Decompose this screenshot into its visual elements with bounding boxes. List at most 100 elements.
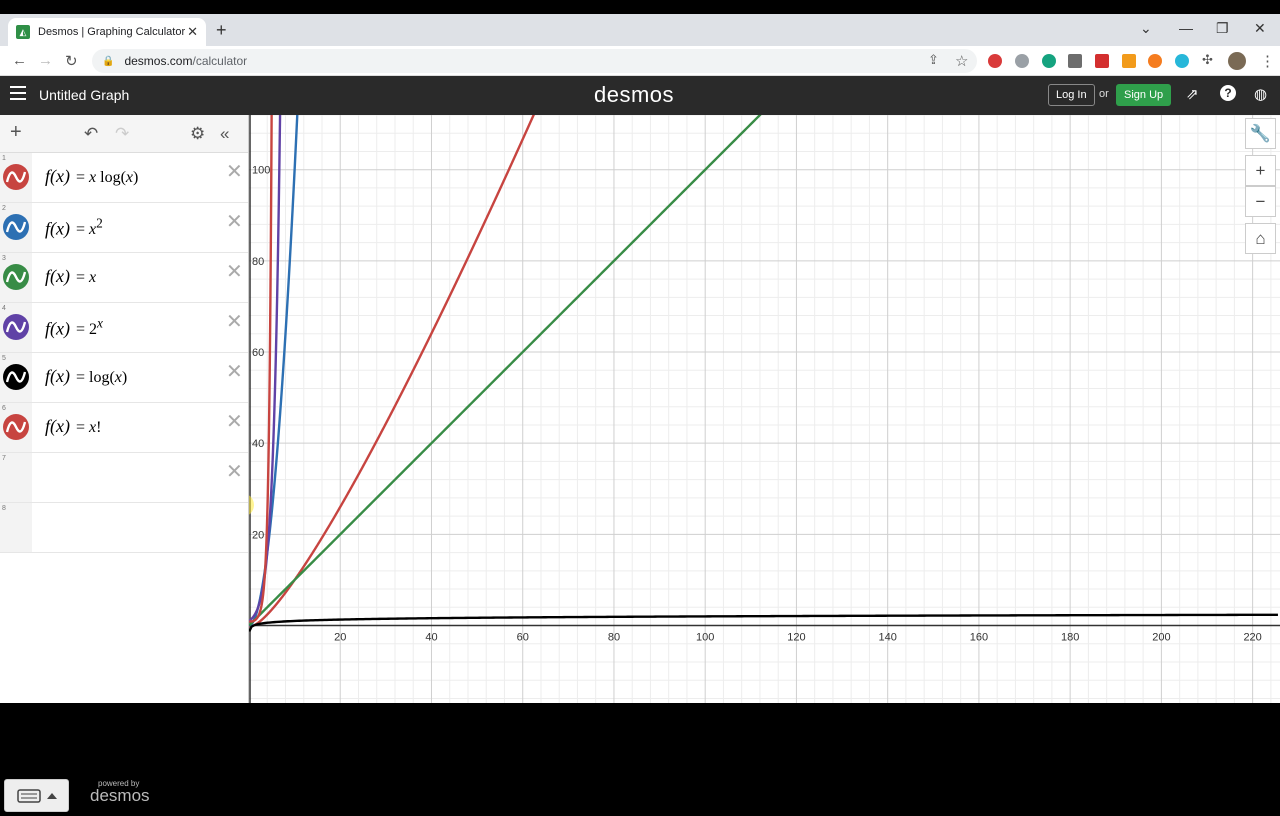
delete-expression-icon[interactable]: ✕ xyxy=(226,359,243,384)
or-text: or xyxy=(1099,88,1109,100)
curve-color-icon[interactable] xyxy=(3,364,29,390)
curve-color-icon[interactable] xyxy=(3,414,29,440)
delete-expression-icon[interactable]: ✕ xyxy=(226,159,243,184)
grammarly-extension-icon[interactable] xyxy=(1042,54,1056,68)
y-tick-label: 40 xyxy=(252,438,264,450)
powered-by-logo: desmos xyxy=(90,786,150,805)
login-button[interactable]: Log In xyxy=(1048,84,1095,106)
graph-paper[interactable]: 20 40 60 80 100 120 140 160 180 200 220 20 40 60 80 100 xyxy=(230,23,1280,703)
tools-extension-icon[interactable] xyxy=(1068,54,1082,68)
signup-button[interactable]: Sign Up xyxy=(1116,84,1172,106)
expression-row[interactable]: 1 f(x) = x log(x) ✕ xyxy=(0,153,248,203)
desmos-favicon-icon: ◭ xyxy=(16,25,30,39)
orange-extension-icon[interactable] xyxy=(1148,54,1162,68)
x-tick-label: 160 xyxy=(970,632,988,644)
s-extension-icon[interactable] xyxy=(1095,54,1109,68)
screen: ◭ Desmos | Graphing Calculator ✕ + ⌄ — ❐… xyxy=(0,0,1280,812)
share-icon[interactable]: ⇪ xyxy=(928,52,939,68)
browser-tab[interactable]: ◭ Desmos | Graphing Calculator ✕ xyxy=(8,18,206,46)
curve-color-icon[interactable] xyxy=(3,314,29,340)
graph-canvas[interactable]: 20 40 60 80 100 120 140 160 180 200 220 20 40 60 80 100 xyxy=(230,23,1280,703)
formula-rhs: = log(x) xyxy=(75,369,128,386)
formula-lhs: f(x) xyxy=(45,218,70,239)
url-host: desmos.com xyxy=(124,54,193,68)
zoom-in-icon[interactable]: + xyxy=(1245,155,1276,186)
tab-close-icon[interactable]: ✕ xyxy=(187,24,198,40)
bookmark-star-icon[interactable]: ☆ xyxy=(955,52,968,70)
expression-number: 2 xyxy=(2,205,6,212)
x-tick-label: 100 xyxy=(696,632,714,644)
expression-row[interactable]: 2 f(x) = x2 ✕ xyxy=(0,203,248,253)
expression-toolbar: + ↶ ↷ ⚙ « xyxy=(0,115,248,153)
x-tick-label: 120 xyxy=(787,632,805,644)
extensions-puzzle-icon[interactable]: ✣ xyxy=(1202,52,1213,68)
browser-tab-bar: ◭ Desmos | Graphing Calculator ✕ + ⌄ — ❐… xyxy=(0,14,1280,46)
curve-color-icon[interactable] xyxy=(3,214,29,240)
x-tick-label: 180 xyxy=(1061,632,1079,644)
keyboard-toggle-button[interactable] xyxy=(4,779,69,812)
expression-row[interactable]: 5 f(x) = log(x) ✕ xyxy=(0,353,248,403)
add-expression-icon[interactable]: + xyxy=(10,121,22,144)
expression-number: 1 xyxy=(2,155,6,162)
x-tick-label: 40 xyxy=(425,632,437,644)
delete-expression-icon[interactable]: ✕ xyxy=(226,309,243,334)
delete-expression-icon[interactable]: ✕ xyxy=(226,409,243,434)
cursor-highlight xyxy=(230,493,254,517)
formula-lhs: f(x) xyxy=(45,318,70,339)
formula-rhs: = 2x xyxy=(75,316,103,339)
browser-menu-icon[interactable]: ⋮ xyxy=(1260,52,1275,70)
zoom-out-icon[interactable]: − xyxy=(1245,186,1276,217)
expression-formula[interactable]: f(x) = log(x) xyxy=(45,366,127,387)
address-bar[interactable]: 🔒 desmos.com/calculator xyxy=(92,49,977,73)
keyboard-icon xyxy=(17,789,57,803)
curve-color-icon[interactable] xyxy=(3,164,29,190)
delete-expression-icon[interactable]: ✕ xyxy=(226,259,243,284)
forward-icon[interactable]: → xyxy=(38,52,53,69)
teal-extension-icon[interactable] xyxy=(1175,54,1189,68)
adblock-extension-icon[interactable] xyxy=(988,54,1002,68)
hamburger-menu-icon[interactable] xyxy=(10,86,26,104)
expression-row[interactable]: 8 xyxy=(0,503,248,553)
redo-icon[interactable]: ↷ xyxy=(115,124,129,144)
expression-list: 1 f(x) = x log(x) ✕ 2 f(x) = x2 ✕ 3 f(x) = x ✕ 4 f(x)… xyxy=(0,153,248,553)
expression-formula[interactable]: f(x) = x! xyxy=(45,416,101,437)
settings-gear-icon[interactable]: ⚙ xyxy=(190,124,205,144)
x-tick-label: 60 xyxy=(517,632,529,644)
curve-color-icon[interactable] xyxy=(3,264,29,290)
graph-settings-wrench-icon[interactable]: 🔧 xyxy=(1245,118,1276,149)
window-close-icon[interactable]: ✕ xyxy=(1254,20,1266,37)
profile-avatar[interactable] xyxy=(1228,52,1246,70)
expression-row[interactable]: 6 f(x) = x! ✕ xyxy=(0,403,248,453)
x-tick-label: 140 xyxy=(878,632,896,644)
formula-lhs: f(x) xyxy=(45,166,70,186)
shield-extension-icon[interactable] xyxy=(1015,54,1029,68)
expression-row[interactable]: 4 f(x) = 2x ✕ xyxy=(0,303,248,353)
expression-formula[interactable]: f(x) = x log(x) xyxy=(45,166,138,187)
restore-icon[interactable]: ❐ xyxy=(1216,20,1229,37)
help-icon[interactable]: ? xyxy=(1220,85,1236,101)
delete-expression-icon[interactable]: ✕ xyxy=(226,209,243,234)
browser-toolbar: ← → ↻ 🔒 desmos.com/calculator ⇪ ☆ ✣ ⋮ xyxy=(0,46,1280,76)
collapse-panel-icon[interactable]: « xyxy=(220,124,229,144)
expression-formula[interactable]: f(x) = x xyxy=(45,266,96,287)
home-zoom-icon[interactable]: ⌂ xyxy=(1245,223,1276,254)
expression-number: 4 xyxy=(2,305,6,312)
language-globe-icon[interactable]: ◍ xyxy=(1254,85,1267,103)
y-tick-label: 60 xyxy=(252,347,264,359)
expression-row[interactable]: 3 f(x) = x ✕ xyxy=(0,253,248,303)
minimize-icon[interactable]: — xyxy=(1179,20,1193,36)
reload-icon[interactable]: ↻ xyxy=(65,52,78,70)
share-graph-icon[interactable]: ⇗ xyxy=(1186,85,1199,103)
delete-expression-icon[interactable]: ✕ xyxy=(226,459,243,484)
expression-formula[interactable]: f(x) = 2x xyxy=(45,316,103,339)
powered-by-desmos: powered by desmos xyxy=(90,779,150,806)
expression-row[interactable]: 7 ✕ xyxy=(0,453,248,503)
back-icon[interactable]: ← xyxy=(12,52,27,69)
honey-extension-icon[interactable] xyxy=(1122,54,1136,68)
new-tab-icon[interactable]: + xyxy=(216,20,227,41)
undo-icon[interactable]: ↶ xyxy=(84,124,98,144)
expression-formula[interactable]: f(x) = x2 xyxy=(45,216,103,239)
tab-search-icon[interactable]: ⌄ xyxy=(1140,20,1152,37)
y-tick-label: 100 xyxy=(252,165,270,177)
graph-title[interactable]: Untitled Graph xyxy=(39,87,129,103)
